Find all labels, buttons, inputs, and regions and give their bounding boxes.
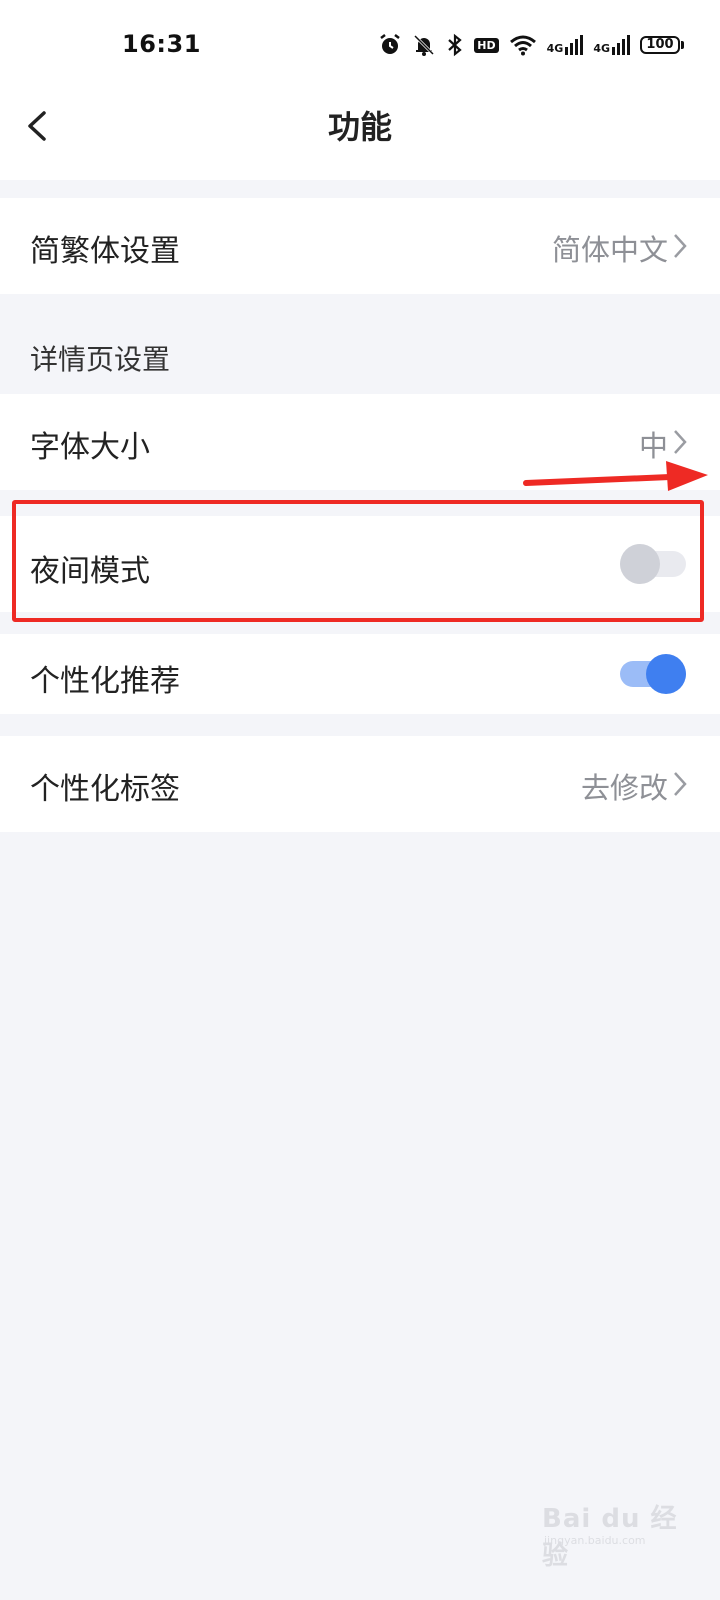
setting-row-language[interactable]: 简繁体设置 简体中文 bbox=[0, 198, 720, 294]
font-size-label: 字体大小 bbox=[30, 430, 150, 465]
section-label-detail: 详情页设置 bbox=[30, 343, 171, 376]
language-label: 简繁体设置 bbox=[30, 234, 180, 269]
hd-icon: HD bbox=[474, 37, 499, 53]
bell-off-icon bbox=[414, 34, 435, 56]
language-value: 简体中文 bbox=[551, 233, 668, 267]
page-title: 功能 bbox=[327, 108, 392, 146]
signal-4g-icon: 4G bbox=[593, 35, 630, 55]
personalized-tags-label: 个性化标签 bbox=[30, 772, 180, 807]
annotation-highlight-box bbox=[12, 500, 704, 622]
status-bar: 16:31 HD 4G 4G 100 bbox=[0, 0, 720, 92]
chevron-right-icon bbox=[674, 234, 687, 258]
status-icons: HD 4G 4G 100 bbox=[378, 30, 684, 60]
bluetooth-icon bbox=[448, 33, 462, 57]
setting-row-personalized-tags[interactable]: 个性化标签 去修改 bbox=[0, 736, 720, 832]
wifi-icon bbox=[509, 35, 536, 56]
setting-row-personalized-recommend: 个性化推荐 bbox=[0, 634, 720, 714]
personalized-tags-value: 去修改 bbox=[580, 771, 668, 805]
battery-icon: 100 bbox=[640, 36, 684, 54]
annotation-arrow-icon bbox=[523, 461, 708, 491]
chevron-right-icon bbox=[674, 772, 687, 796]
alarm-icon bbox=[380, 34, 401, 54]
personalized-recommend-toggle[interactable] bbox=[620, 654, 686, 694]
nav-bar: 功能 bbox=[0, 92, 720, 180]
chevron-right-icon bbox=[674, 430, 687, 454]
status-time: 16:31 bbox=[122, 30, 201, 58]
watermark-logo: Bai du 经验 jingyan.baidu.com bbox=[542, 1490, 682, 1571]
watermark-sub: jingyan.baidu.com bbox=[544, 1534, 646, 1547]
battery-level: 100 bbox=[640, 36, 680, 54]
personalized-recommend-label: 个性化推荐 bbox=[30, 664, 180, 699]
signal-4g-icon: 4G bbox=[547, 35, 584, 55]
